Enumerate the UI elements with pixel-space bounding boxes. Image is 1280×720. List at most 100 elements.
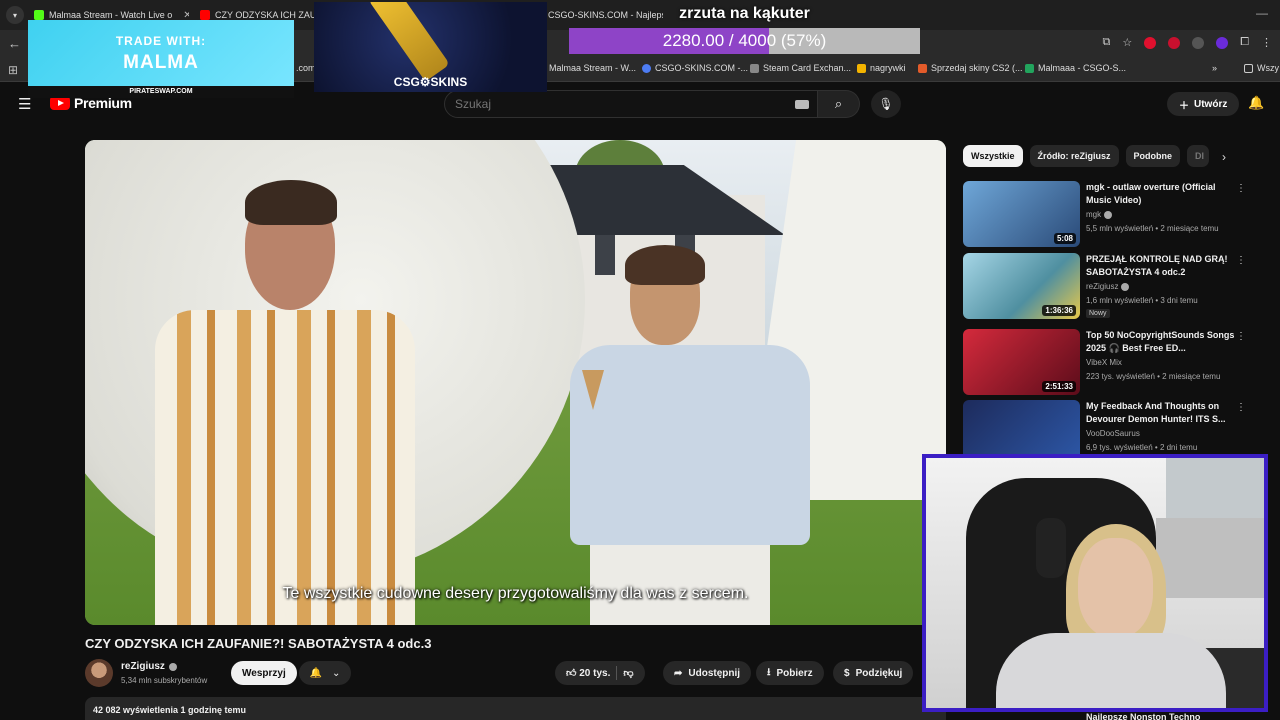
more-vert-icon[interactable]: ⋮ [1236, 183, 1246, 194]
bookmark-all[interactable]: Wszy [1244, 63, 1279, 73]
list-item[interactable]: 5:08 mgk - outlaw overture (Official Mus… [963, 181, 1263, 247]
list-item[interactable]: 2:51:33 Top 50 NoCopyrightSounds Songs 2… [963, 329, 1263, 395]
verified-check-icon [168, 662, 177, 671]
webcam-window [1166, 458, 1264, 518]
new-badge: Nowy [1086, 309, 1110, 318]
microphone-icon: 🎙 [878, 97, 894, 111]
bookmarks-overflow-chevron[interactable]: » [1212, 63, 1217, 73]
page-icon [750, 63, 759, 73]
share-button[interactable]: ➦ Udostępnij [663, 661, 752, 685]
verified-check-icon [1121, 282, 1130, 291]
rec-channel-name: VibeX Mix [1086, 358, 1122, 367]
youtube-play-icon [50, 96, 70, 110]
bookmark-label: Malmaaa - CSGO-S... [1038, 63, 1127, 73]
channel-name[interactable]: reZigiusz [121, 661, 177, 672]
more-vert-icon[interactable]: ⋮ [1236, 255, 1246, 266]
globe-icon [642, 63, 651, 73]
video-subtitle: Te wszystkie cudowne desery przygotowali… [282, 585, 749, 602]
rec-channel: mgk [1086, 210, 1113, 219]
support-button[interactable]: Wesprzyj [231, 661, 297, 685]
knife-icon [368, 2, 450, 82]
thanks-label: Podziękuj [855, 667, 903, 679]
video-player[interactable]: Te wszystkie cudowne desery przygotowali… [85, 140, 946, 625]
chip-source[interactable]: Źródło: reZigiusz [1029, 145, 1119, 167]
rec-title: PRZEJĄŁ KONTROLĘ NAD GRĄ! SABOTAŻYSTA 4 … [1086, 254, 1228, 277]
browser-menu-icon[interactable]: ⋮ [1261, 36, 1272, 49]
back-arrow-icon[interactable]: ← [8, 36, 21, 51]
create-label: Utwórz [1194, 98, 1228, 110]
subscription-bell-button[interactable]: 🔔 ⌄ [299, 661, 351, 685]
rec-title-partial[interactable]: Najlepsze Nonston Techno [1086, 712, 1200, 720]
bookmark-nagrywki[interactable]: nagrywki [857, 63, 906, 73]
search-button[interactable]: ⌕ [818, 90, 860, 118]
chevron-down-icon: ⌄ [332, 667, 341, 679]
trade-line1: TRADE WITH: [115, 34, 207, 48]
list-item[interactable]: 1:36:36 PRZEJĄŁ KONTROLĘ NAD GRĄ! SABOTA… [963, 253, 1263, 319]
extension-icon[interactable] [1192, 36, 1205, 49]
plus-icon: ＋ [1179, 100, 1189, 112]
bookmark-label: Wszy [1257, 63, 1279, 73]
apps-grid-icon[interactable]: ⊞ [8, 63, 18, 77]
download-button[interactable]: ⭳ Pobierz [756, 661, 824, 685]
rec-title: My Feedback And Thoughts on Devourer Dem… [1086, 401, 1226, 424]
trade-line2: MALMA [123, 52, 199, 73]
toolbar-icons: ⧉ ☆ ⧠ ⋮ [1102, 36, 1272, 49]
extension-icon[interactable] [1168, 36, 1181, 49]
more-vert-icon[interactable]: ⋮ [1236, 331, 1246, 342]
keyboard-icon[interactable] [795, 100, 809, 109]
video-description-box[interactable]: 42 082 wyświetlenia 1 godzinę temu [85, 697, 946, 720]
search-input[interactable] [455, 97, 785, 111]
rec-meta: 223 tys. wyświetleń • 2 miesiące temu [1086, 372, 1221, 381]
thanks-button[interactable]: $ Podziękuj [833, 661, 914, 685]
sheet-icon [1025, 63, 1034, 73]
duration-badge: 2:51:33 [1042, 381, 1076, 392]
trade-footer: PIRATESWAP.COM [28, 86, 294, 98]
drive-icon [857, 63, 866, 73]
voice-search-button[interactable]: 🎙 [871, 90, 901, 118]
chip-partial[interactable]: Dl [1187, 145, 1210, 167]
bookmark-malmaaa-csgo[interactable]: Malmaaa - CSGO-S... [1025, 63, 1126, 73]
webcam-shelf [1156, 518, 1264, 598]
close-icon[interactable]: ✕ [183, 10, 189, 21]
like-button[interactable]: 👍︎ 20 tys. [566, 667, 610, 679]
notifications-bell-icon[interactable]: 🔔 [1248, 95, 1264, 111]
like-count: 20 tys. [579, 668, 611, 679]
donation-goal-bar: 2280.00 / 4000 (57%) [569, 28, 920, 54]
video-thumbnail[interactable]: 5:08 [963, 181, 1080, 247]
create-button[interactable]: ＋ Utwórz [1167, 92, 1240, 116]
streamer-hoodie [996, 633, 1226, 708]
more-vert-icon[interactable]: ⋮ [1236, 402, 1246, 413]
chevron-right-icon[interactable]: › [1222, 150, 1226, 164]
bookmark-fragment[interactable]: .com [296, 63, 316, 73]
video-thumbnail[interactable]: 2:51:33 [963, 329, 1080, 395]
chip-related[interactable]: Podobne [1125, 145, 1181, 167]
video-thumbnail[interactable]: 1:36:36 [963, 253, 1080, 319]
bookmark-steam-card[interactable]: Steam Card Exchan... [750, 63, 851, 73]
cast-icon[interactable]: ⧉ [1102, 36, 1110, 49]
download-label: Pobierz [776, 667, 813, 679]
channel-avatar[interactable] [85, 659, 113, 687]
bookmark-sprzedaj-skiny[interactable]: Sprzedaj skiny CS2 (... [918, 63, 1023, 73]
dislike-button[interactable]: 👎︎ [623, 667, 633, 679]
share-label: Udostępnij [688, 667, 741, 679]
extensions-puzzle-icon[interactable]: ⧠ [1240, 36, 1249, 49]
minimize-icon[interactable]: — [1256, 6, 1268, 20]
divider [616, 666, 618, 680]
rec-channel-name: VooDooSaurus [1086, 429, 1140, 438]
thumbs-up-icon: 👍︎ [566, 668, 577, 679]
bookmark-csgo-skins[interactable]: CSGO-SKINS.COM -... [642, 63, 748, 73]
bookmark-malmaa-stream[interactable]: Malmaa Stream - W... [536, 63, 636, 73]
csg-skins-label: CSG⚙SKINS [393, 75, 468, 89]
chip-all[interactable]: Wszystkie [963, 145, 1023, 167]
filter-chips: Wszystkie Źródło: reZigiusz Podobne Dl [963, 145, 1210, 167]
bookmark-label: CSGO-SKINS.COM -... [655, 63, 749, 73]
share-icon: ➦ [674, 667, 683, 679]
streamer-face [1078, 538, 1153, 638]
tab-menu-icon[interactable]: ▾ [6, 6, 24, 24]
extension-icon[interactable] [1144, 36, 1157, 49]
rec-meta: 1,6 mln wyświetleń • 3 dni temu [1086, 296, 1198, 305]
bookmark-label: Malmaa Stream - W... [549, 63, 637, 73]
bookmark-star-icon[interactable]: ☆ [1122, 36, 1132, 49]
extension-icon[interactable] [1216, 36, 1229, 49]
rec-meta: 6,9 tys. wyświetleń • 2 dni temu [1086, 443, 1198, 452]
